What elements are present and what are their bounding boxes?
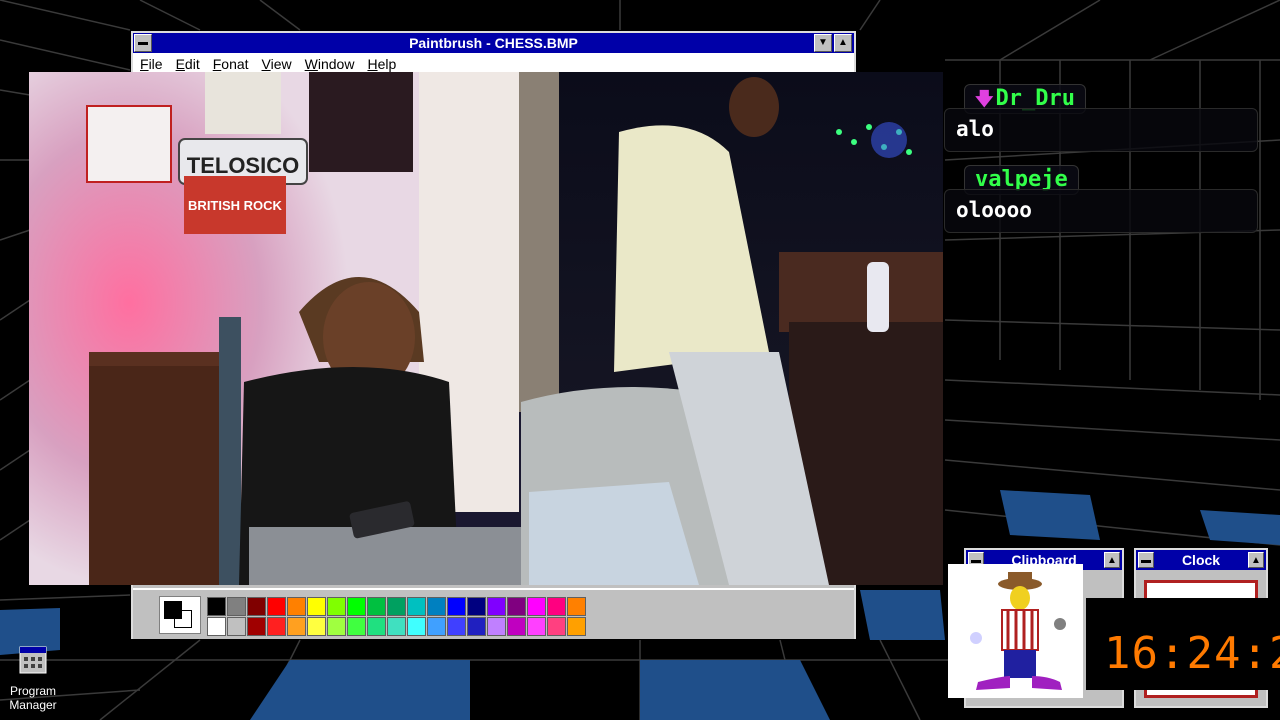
video-frame: TELOSICO BRITISH ROCK [29, 72, 943, 585]
digital-clock-time: 16:24:25 [1104, 628, 1280, 679]
chevron-up-icon: ▲ [838, 37, 848, 48]
menu-font[interactable]: Fonat [206, 53, 255, 72]
menu-window[interactable]: Window [298, 53, 361, 72]
menu-edit[interactable]: Edit [169, 53, 206, 72]
palette-color-cell[interactable] [567, 617, 586, 636]
palette-color-cell[interactable] [207, 597, 226, 616]
paintbrush-titlebar[interactable]: ▬ Paintbrush - CHESS.BMP ▼ ▲ [133, 33, 854, 53]
palette-color-cell[interactable] [287, 597, 306, 616]
telosico-sign-text: TELOSICO [187, 153, 299, 178]
palette-color-cell[interactable] [547, 597, 566, 616]
palette-color-cell[interactable] [327, 617, 346, 636]
palette-color-cell[interactable] [267, 597, 286, 616]
palette-color-cell[interactable] [427, 597, 446, 616]
minimize-button[interactable]: ▼ [814, 34, 832, 52]
chevron-up-icon: ▲ [1107, 555, 1117, 566]
palette-color-cell[interactable] [207, 617, 226, 636]
palette-color-cell[interactable] [267, 617, 286, 636]
palette-color-cell[interactable] [227, 597, 246, 616]
program-manager-icon [19, 646, 47, 674]
chat-message-1: alo [944, 108, 1258, 152]
menu-view[interactable]: View [255, 53, 298, 72]
clock-maximize-button[interactable]: ▲ [1248, 552, 1264, 568]
palette-color-cell[interactable] [367, 617, 386, 636]
program-manager-shortcut[interactable]: Program Manager [6, 645, 60, 712]
british-rock-sticker-text: BRITISH ROCK [188, 198, 283, 213]
palette-color-cell[interactable] [527, 597, 546, 616]
color-palette-bar [133, 588, 854, 639]
palette-color-cell[interactable] [527, 617, 546, 636]
palette-color-cell[interactable] [247, 597, 266, 616]
clock-titlebar[interactable]: Clock [1136, 550, 1266, 570]
maximize-button[interactable]: ▲ [834, 34, 852, 52]
palette-color-cell[interactable] [487, 597, 506, 616]
palette-color-cell[interactable] [387, 597, 406, 616]
palette-color-cell[interactable] [227, 617, 246, 636]
palette-color-cell[interactable] [467, 617, 486, 636]
window-title: Paintbrush - CHESS.BMP [409, 35, 578, 51]
palette-color-cell[interactable] [347, 617, 366, 636]
palette-color-cell[interactable] [507, 597, 526, 616]
palette-color-cell[interactable] [307, 597, 326, 616]
arrow-down-icon: 🡇 [975, 89, 994, 110]
palette-color-cell[interactable] [327, 597, 346, 616]
palette-color-cell[interactable] [447, 617, 466, 636]
webcam-video: TELOSICO BRITISH ROCK [29, 72, 943, 585]
palette-color-cell[interactable] [447, 597, 466, 616]
foreground-color-swatch[interactable] [164, 601, 182, 619]
palette-color-cell[interactable] [567, 597, 586, 616]
program-manager-label: Program Manager [9, 684, 57, 712]
clock-system-menu[interactable]: ▬ [1138, 552, 1154, 568]
clipboard-maximize-button[interactable]: ▲ [1104, 552, 1120, 568]
palette-color-cell[interactable] [507, 617, 526, 636]
palette-color-cell[interactable] [467, 597, 486, 616]
palette-color-cell[interactable] [547, 617, 566, 636]
palette-color-cell[interactable] [367, 597, 386, 616]
palette-color-cell[interactable] [427, 617, 446, 636]
current-colors[interactable] [159, 596, 201, 634]
palette-grid [207, 597, 586, 636]
menu-file[interactable]: File [133, 53, 169, 72]
palette-color-cell[interactable] [287, 617, 306, 636]
chevron-up-icon: ▲ [1251, 555, 1261, 566]
chat-message-2: oloooo [944, 189, 1258, 233]
menu-help[interactable]: Help [360, 53, 402, 72]
palette-color-cell[interactable] [407, 597, 426, 616]
chevron-down-icon: ▼ [818, 37, 828, 48]
palette-color-cell[interactable] [247, 617, 266, 636]
palette-color-cell[interactable] [407, 617, 426, 636]
mascot-image [948, 564, 1083, 698]
palette-color-cell[interactable] [347, 597, 366, 616]
palette-color-cell[interactable] [487, 617, 506, 636]
palette-color-cell[interactable] [387, 617, 406, 636]
palette-color-cell[interactable] [307, 617, 326, 636]
